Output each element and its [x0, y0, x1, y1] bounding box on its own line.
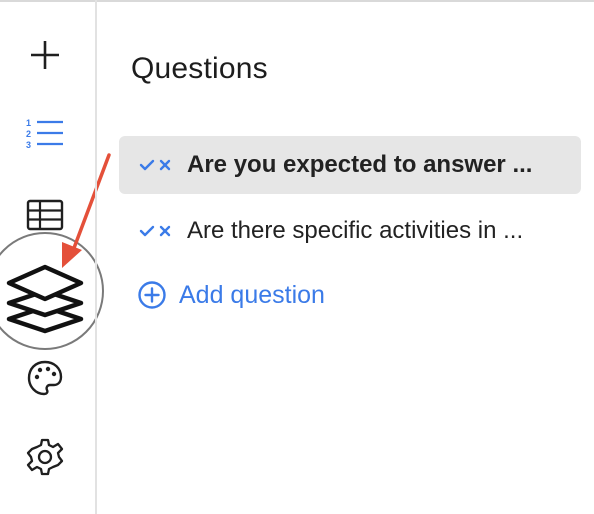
question-item[interactable]: Are there specific activities in ... [119, 202, 581, 260]
layers-button[interactable] [5, 262, 85, 336]
palette-icon [27, 360, 63, 396]
plus-circle-icon [137, 280, 167, 310]
left-toolbar: 1 2 3 [0, 0, 111, 514]
add-question-label: Add question [179, 280, 325, 309]
add-button[interactable] [20, 30, 70, 80]
plus-icon [31, 41, 59, 69]
question-label: Are you expected to answer ... [187, 151, 533, 178]
svg-text:2: 2 [26, 129, 31, 139]
questions-panel: Questions Are you expected to answer ...… [97, 0, 594, 514]
svg-text:1: 1 [26, 118, 31, 128]
question-label: Are there specific activities in ... [187, 217, 524, 244]
check-cross-icon [139, 224, 175, 238]
settings-button[interactable] [20, 432, 70, 482]
layers-icon [6, 264, 84, 334]
table-icon [26, 199, 64, 231]
check-cross-icon [139, 158, 175, 172]
gear-icon [26, 438, 64, 476]
svg-text:3: 3 [26, 140, 31, 150]
numbered-list-icon: 1 2 3 [26, 118, 63, 150]
question-item[interactable]: Are you expected to answer ... [119, 136, 581, 194]
questions-nav-button[interactable]: 1 2 3 [20, 109, 70, 159]
page-title: Questions [131, 52, 268, 85]
theme-button[interactable] [20, 353, 70, 403]
add-question-button[interactable]: Add question [137, 280, 325, 310]
